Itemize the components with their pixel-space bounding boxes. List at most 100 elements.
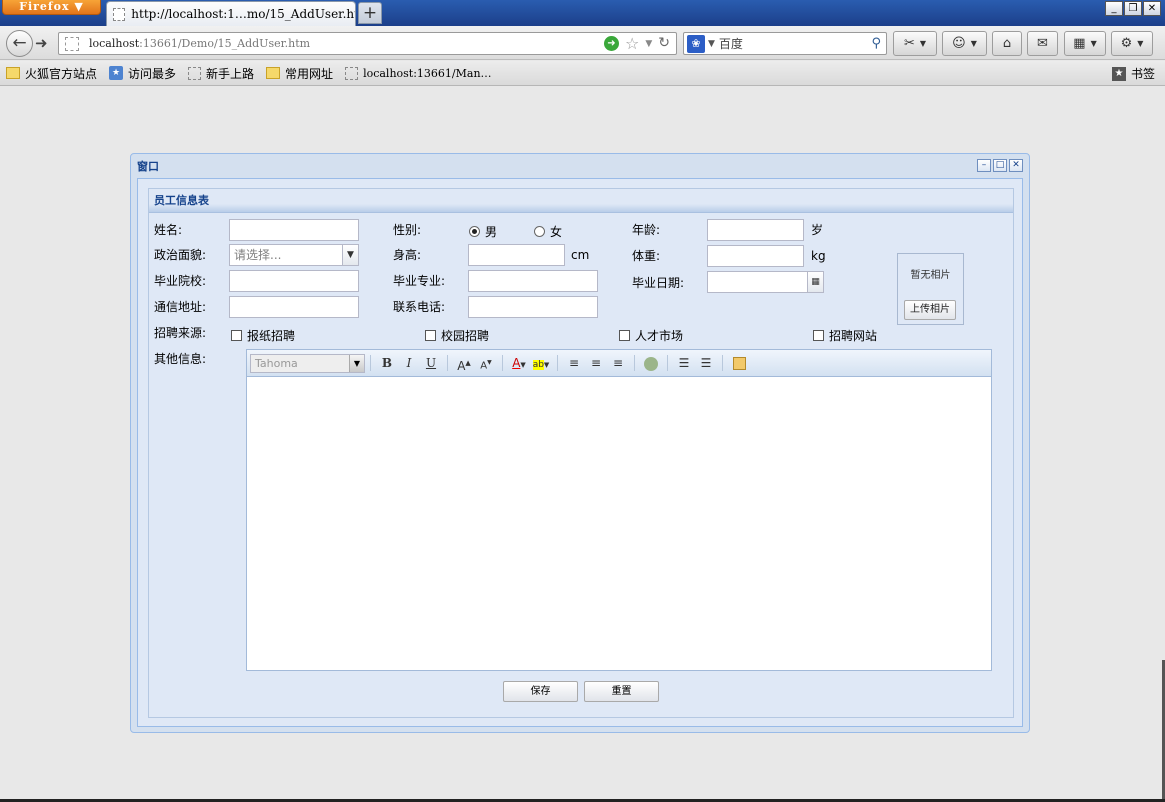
toolbar-separator: [634, 355, 635, 371]
window-header[interactable]: 窗口: [131, 154, 1029, 178]
window-minimize-button[interactable]: –: [977, 159, 991, 172]
url-text[interactable]: localhost:13661/Demo/15_AddUser.htm: [89, 37, 310, 50]
align-left-icon[interactable]: ≡: [564, 353, 584, 373]
toolbar-separator: [502, 355, 503, 371]
calendar-icon[interactable]: ▦: [807, 272, 823, 292]
radio-checked-icon: [469, 226, 480, 237]
plugin-button[interactable]: ⚙ ▼: [1111, 31, 1153, 56]
source-checkbox-campus[interactable]: 校园招聘: [425, 327, 489, 344]
reset-button[interactable]: 重置: [584, 681, 659, 702]
source-edit-icon[interactable]: [729, 353, 749, 373]
forward-icon[interactable]: ➜: [35, 34, 53, 53]
weight-label: 体重:: [632, 249, 661, 263]
toolbar-separator: [557, 355, 558, 371]
go-icon[interactable]: ➜: [604, 36, 619, 51]
search-input[interactable]: 百度: [719, 35, 872, 52]
ordered-list-icon[interactable]: ☰: [674, 353, 694, 373]
source-checkbox-talent-market[interactable]: 人才市场: [619, 327, 683, 344]
url-host: localhost: [89, 37, 140, 50]
bookmark-star-icon[interactable]: ☆: [625, 36, 639, 52]
home-icon: ⌂: [1002, 36, 1012, 51]
gender-option-label: 男: [485, 225, 498, 239]
height-unit: cm: [571, 248, 590, 262]
increase-font-icon[interactable]: A▲: [454, 353, 474, 373]
restore-button[interactable]: ❒: [1124, 1, 1142, 16]
upload-photo-button[interactable]: 上传相片: [904, 300, 956, 320]
align-center-icon[interactable]: ≡: [586, 353, 606, 373]
bookmarks-menu-button[interactable]: ★ 书签: [1111, 65, 1155, 82]
addon-button[interactable]: ☺ ▼: [942, 31, 987, 56]
url-bar[interactable]: localhost:13661/Demo/15_AddUser.htm ➜ ☆ …: [58, 32, 677, 55]
source-option-label: 校园招聘: [441, 329, 490, 343]
save-button[interactable]: 保存: [503, 681, 578, 702]
editor-content-area[interactable]: [247, 377, 991, 670]
toolbar-separator: [722, 355, 723, 371]
apps-button[interactable]: ▦ ▼: [1064, 31, 1106, 56]
font-color-icon[interactable]: A▼: [509, 353, 529, 373]
italic-icon[interactable]: I: [399, 353, 419, 373]
window-title: 窗口: [137, 160, 159, 173]
gender-radio-female[interactable]: 女: [534, 223, 562, 240]
search-bar[interactable]: ❀ ▼ 百度 ⚲: [683, 32, 887, 55]
screenshot-tool-button[interactable]: ✂ ▼: [893, 31, 937, 56]
bookmark-item[interactable]: 火狐官方站点: [6, 65, 97, 82]
politics-select[interactable]: 请选择... ▼: [229, 244, 359, 266]
bookmark-item[interactable]: 常用网址: [266, 65, 333, 82]
window-maximize-button[interactable]: □: [993, 159, 1007, 172]
bold-icon[interactable]: B: [377, 353, 397, 373]
close-window-button[interactable]: ✕: [1143, 1, 1161, 16]
employee-info-fieldset: 员工信息表 姓名: 性别: 男 女 年龄: 岁 政治面貌: 请选择... ▼ 身…: [148, 188, 1014, 718]
bookmark-label: localhost:13661/Man…: [363, 66, 492, 80]
search-icon[interactable]: ⚲: [871, 36, 881, 51]
chevron-down-icon[interactable]: ▼: [349, 354, 364, 372]
most-visited-icon: ★: [109, 66, 124, 80]
back-icon[interactable]: ←: [6, 30, 33, 57]
chevron-down-icon[interactable]: ▼: [342, 245, 358, 265]
unordered-list-icon[interactable]: ☰: [696, 353, 716, 373]
highlight-color-icon[interactable]: ab▼: [531, 353, 551, 373]
url-dropdown-icon[interactable]: ▼: [645, 39, 652, 49]
name-input[interactable]: [229, 219, 359, 241]
mail-button[interactable]: ✉: [1027, 31, 1058, 56]
page-icon: [188, 66, 202, 80]
new-tab-button[interactable]: +: [358, 2, 382, 24]
home-button[interactable]: ⌂: [992, 31, 1022, 56]
window-close-button[interactable]: ✕: [1009, 159, 1023, 172]
gender-label: 性别:: [393, 223, 422, 237]
age-input[interactable]: [707, 219, 804, 241]
source-checkbox-website[interactable]: 招聘网站: [813, 327, 877, 344]
source-checkbox-newspaper[interactable]: 报纸招聘: [231, 327, 295, 344]
link-icon[interactable]: [641, 353, 661, 373]
bookmark-label: 访问最多: [128, 66, 177, 81]
school-label: 毕业院校:: [154, 274, 207, 288]
bookmark-item[interactable]: ★ 访问最多: [109, 65, 176, 82]
toolbar-separator: [370, 355, 371, 371]
name-label: 姓名:: [154, 223, 183, 237]
mail-icon: ✉: [1037, 36, 1048, 51]
browser-tab[interactable]: http://localhost:1…mo/15_AddUser.htm: [106, 1, 356, 26]
source-option-label: 报纸招聘: [247, 329, 296, 343]
decrease-font-icon[interactable]: A▼: [476, 353, 496, 373]
school-input[interactable]: [229, 270, 359, 292]
weight-input[interactable]: [707, 245, 804, 267]
puzzle-icon: ⚙: [1120, 36, 1133, 51]
underline-icon[interactable]: U: [421, 353, 441, 373]
minimize-button[interactable]: _: [1105, 1, 1123, 16]
height-input[interactable]: [468, 244, 565, 266]
bookmark-item[interactable]: localhost:13661/Man…: [345, 66, 492, 80]
search-engine-icon[interactable]: ❀: [687, 34, 705, 53]
major-input[interactable]: [468, 270, 598, 292]
phone-input[interactable]: [468, 296, 598, 318]
font-select[interactable]: Tahoma ▼: [250, 353, 365, 373]
bookmark-label: 火狐官方站点: [25, 66, 98, 81]
address-input[interactable]: [229, 296, 359, 318]
align-right-icon[interactable]: ≡: [608, 353, 628, 373]
bookmark-item[interactable]: 新手上路: [188, 65, 254, 82]
engine-dropdown-icon[interactable]: ▼: [708, 39, 715, 49]
grad-date-picker[interactable]: ▦: [707, 271, 824, 293]
firefox-menu-button[interactable]: Firefox ▼: [2, 0, 101, 15]
reload-icon[interactable]: ↻: [658, 36, 670, 51]
gender-radio-male[interactable]: 男: [469, 223, 497, 240]
bookmarks-menu-label: 书签: [1130, 67, 1155, 81]
checkbox-icon: [425, 330, 436, 341]
